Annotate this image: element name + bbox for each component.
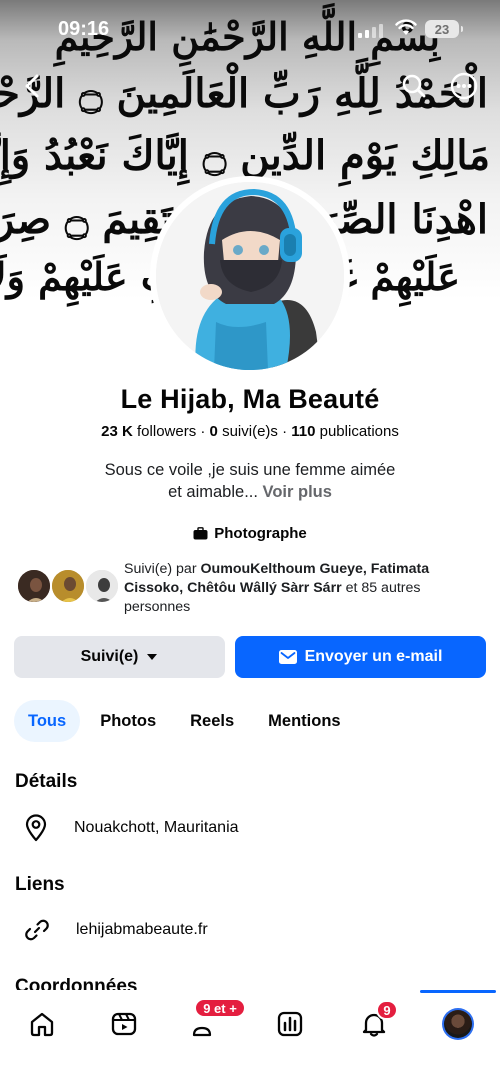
followed-by-text: Suivi(e) par OumouKelthoum Gueye, Fatima…	[124, 560, 474, 617]
stats-separator: ·	[282, 423, 288, 440]
profile-category: Photographe	[0, 525, 500, 542]
bottom-navigation: 9 et + 9	[0, 990, 500, 1081]
follower-avatar	[50, 568, 86, 604]
posts-label: publications	[319, 423, 399, 440]
location-pin-icon	[25, 814, 47, 842]
notifications-badge: 9	[376, 1000, 398, 1020]
wifi-icon	[395, 19, 417, 35]
profile-tabs: Tous Photos Reels Mentions	[14, 700, 355, 742]
profile-stats: 23 K followers · 0 suivi(e)s · 110 publi…	[0, 423, 500, 440]
link-icon	[25, 919, 49, 941]
video-icon	[111, 1012, 137, 1036]
status-time: 09:16	[58, 18, 110, 40]
followed-by-section[interactable]: Suivi(e) par OumouKelthoum Gueye, Fatima…	[16, 560, 486, 616]
nav-notifications[interactable]: 9	[354, 1000, 398, 1044]
page-title: Le Hijab, Ma Beauté	[120, 384, 380, 414]
nav-home[interactable]	[22, 1004, 62, 1044]
bio-line: et aimable...	[168, 483, 258, 501]
friends-badge: 9 et +	[194, 998, 246, 1018]
follower-avatar	[16, 568, 52, 604]
cover-calligraphy-line: مَالِكِ يَوْمِ الدِّينِ ۝ إِيَّاكَ نَعْب…	[0, 132, 490, 179]
following-button-label: Suivi(e)	[80, 648, 139, 665]
more-options-button[interactable]	[450, 72, 478, 100]
nav-dashboard[interactable]	[270, 1004, 310, 1044]
search-icon	[402, 74, 426, 98]
website-row[interactable]: lehijabmabeaute.fr	[24, 917, 208, 943]
more-icon	[450, 72, 478, 100]
caret-down-icon	[147, 654, 158, 660]
send-email-label: Envoyer un e-mail	[304, 648, 443, 665]
tab-photos[interactable]: Photos	[86, 700, 170, 742]
followers-label[interactable]: followers	[137, 423, 196, 440]
profile-picture[interactable]	[150, 176, 350, 376]
back-button[interactable]	[18, 72, 46, 100]
website-link[interactable]: lehijabmabeaute.fr	[76, 921, 208, 939]
followed-by-prefix: Suivi(e) par	[124, 561, 197, 577]
category-label: Photographe	[214, 525, 307, 542]
profile-avatar	[442, 1008, 474, 1040]
nav-video[interactable]	[104, 1004, 144, 1044]
active-tab-indicator	[420, 990, 496, 993]
stats-separator: ·	[200, 423, 206, 440]
send-email-button[interactable]: Envoyer un e-mail	[235, 636, 486, 678]
nav-profile[interactable]	[438, 1004, 478, 1044]
see-more-link[interactable]: Voir plus	[263, 483, 332, 501]
home-icon	[30, 1012, 54, 1037]
search-button[interactable]	[400, 72, 428, 100]
profile-bio: Sous ce voile ,je suis une femme aimée e…	[40, 459, 460, 503]
profile-picture-image	[156, 182, 344, 370]
bio-line: Sous ce voile ,je suis une femme aimée	[104, 461, 396, 479]
dashboard-icon	[277, 1011, 303, 1037]
tab-mentions[interactable]: Mentions	[254, 700, 354, 742]
battery-indicator: 23	[425, 20, 463, 38]
tab-reels[interactable]: Reels	[176, 700, 248, 742]
following-label[interactable]: suivi(e)s	[222, 423, 278, 440]
posts-count: 110	[291, 423, 316, 440]
briefcase-icon	[193, 527, 208, 540]
following-button[interactable]: Suivi(e)	[14, 636, 225, 678]
following-count[interactable]: 0	[210, 423, 218, 440]
envelope-icon	[278, 650, 297, 664]
details-heading: Détails	[15, 771, 78, 792]
location-text: Nouakchott, Mauritania	[74, 819, 239, 836]
nav-friends[interactable]: 9 et +	[186, 998, 246, 1044]
chevron-left-icon	[25, 74, 39, 98]
links-heading: Liens	[15, 874, 65, 895]
follower-avatar	[84, 568, 120, 604]
followers-count[interactable]: 23 K	[101, 423, 133, 440]
location-row[interactable]: Nouakchott, Mauritania	[24, 814, 239, 842]
signal-icon	[358, 22, 384, 38]
tab-all[interactable]: Tous	[14, 700, 81, 742]
